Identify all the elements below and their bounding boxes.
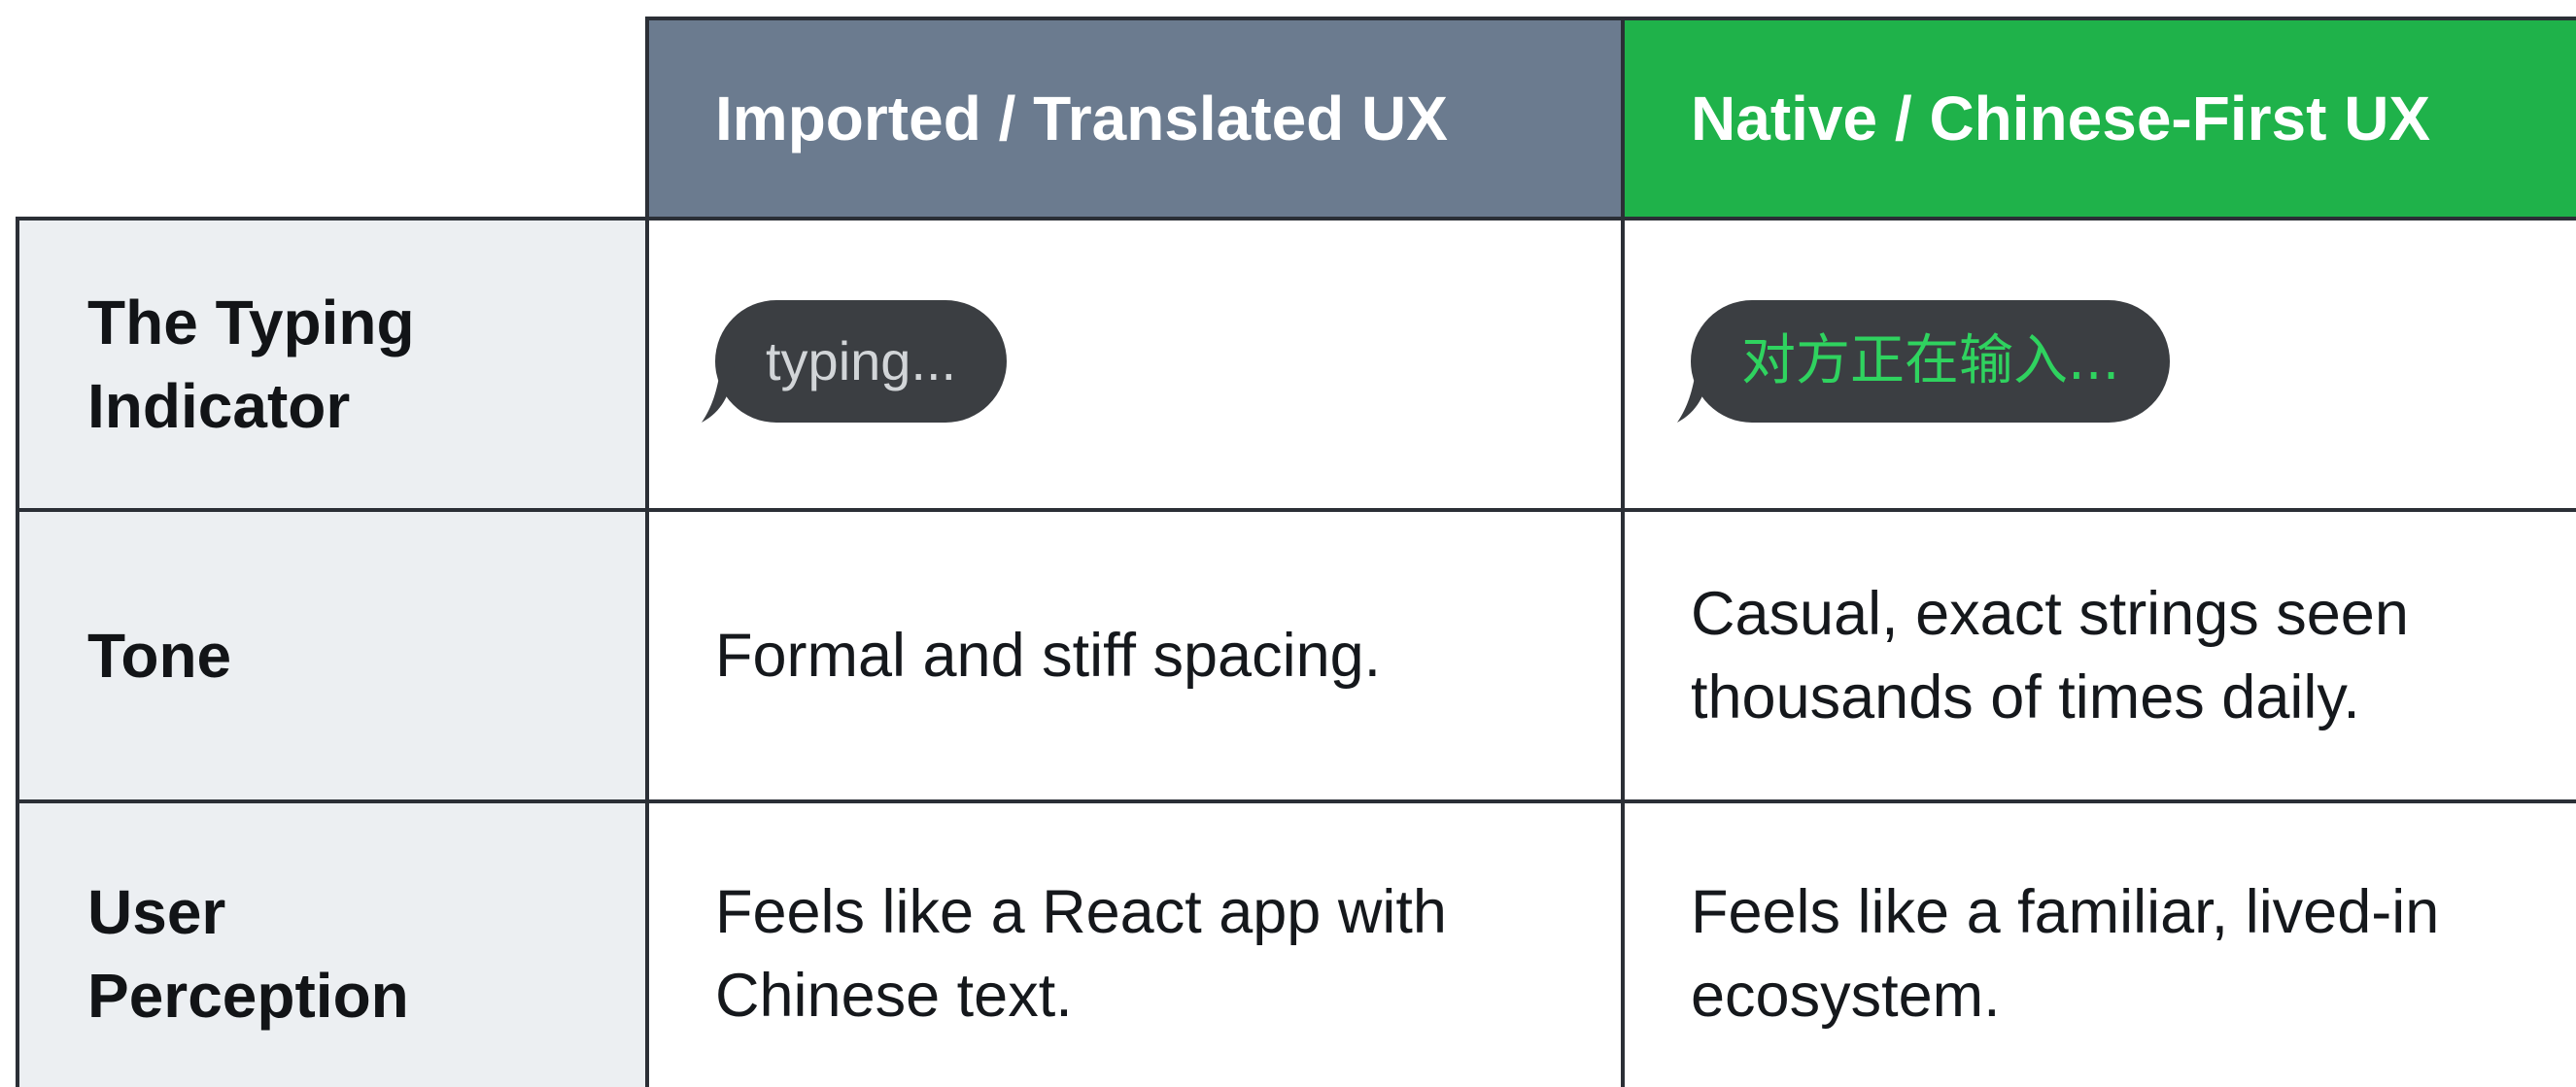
row-label-typing-indicator: The Typing Indicator [16, 217, 649, 512]
chat-bubble-icon [702, 366, 735, 423]
cell-perception-native: Feels like a familiar, lived-in ecosyste… [1621, 799, 2576, 1087]
typing-bubble-native: 对方正在输入... [1677, 300, 2171, 423]
column-header-native-label: Native / Chinese-First UX [1691, 84, 2431, 153]
cell-typing-native: 对方正在输入... [1621, 217, 2576, 512]
cell-tone-imported: Formal and stiff spacing. [645, 508, 1625, 803]
typing-indicator-text-native: 对方正在输入... [1741, 329, 2120, 392]
comparison-table: Imported / Translated UX Native / Chines… [0, 0, 2576, 1087]
cell-tone-native: Casual, exact strings seen thousands of … [1621, 508, 2576, 803]
chat-bubble-icon [1677, 366, 1710, 423]
cell-typing-imported: typing... [645, 217, 1625, 512]
column-header-imported: Imported / Translated UX [645, 17, 1625, 221]
column-header-native: Native / Chinese-First UX [1621, 17, 2576, 221]
row-label-user-perception: User Perception [16, 799, 649, 1087]
row-label-tone: Tone [16, 508, 649, 803]
column-header-imported-label: Imported / Translated UX [715, 84, 1448, 153]
cell-perception-imported: Feels like a React app with Chinese text… [645, 799, 1625, 1087]
typing-indicator-text-imported: typing... [766, 330, 957, 391]
typing-bubble-imported: typing... [702, 300, 1008, 423]
